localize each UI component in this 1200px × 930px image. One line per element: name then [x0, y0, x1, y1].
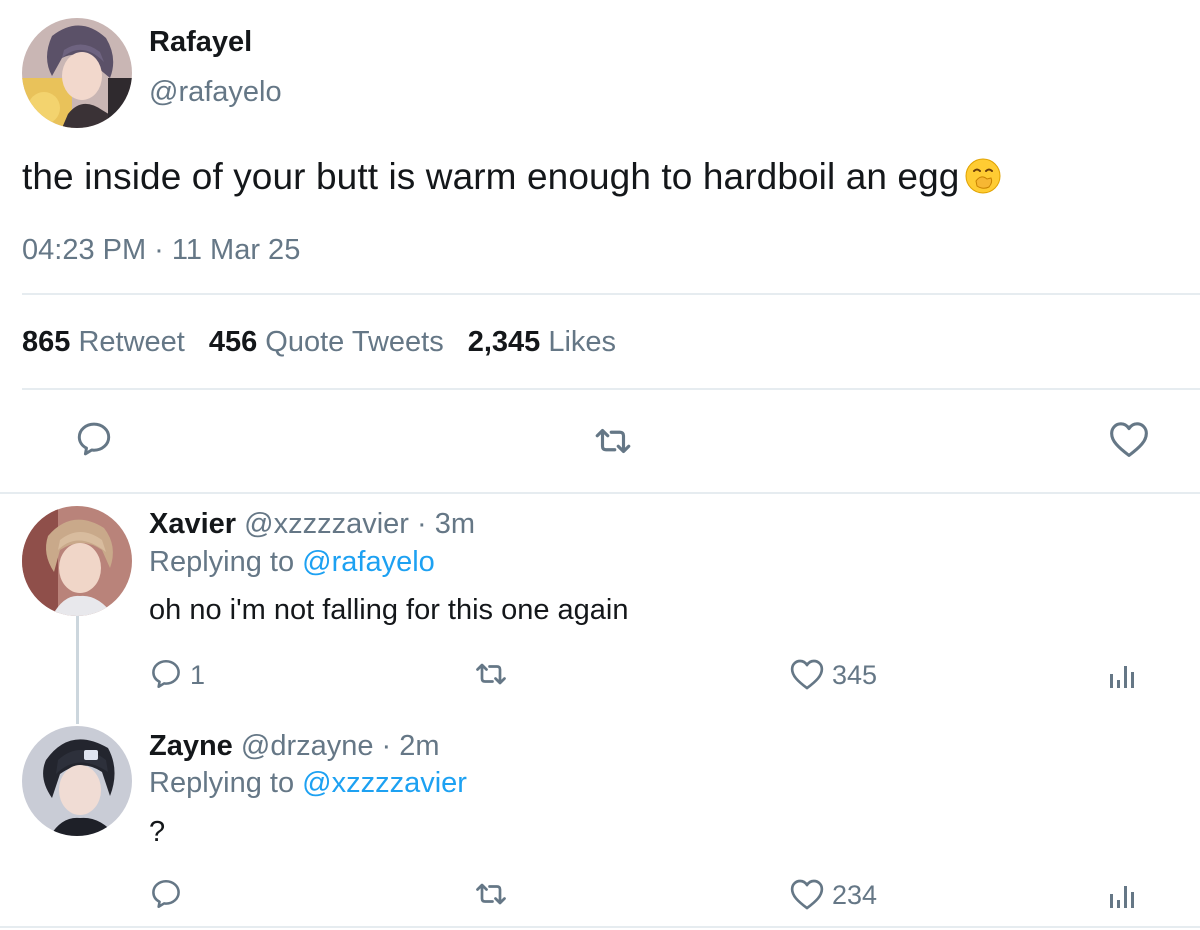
retweet-icon[interactable] — [471, 656, 511, 692]
divider — [0, 492, 1200, 494]
replying-prefix: Replying to — [149, 767, 303, 799]
reply-avatar[interactable] — [22, 726, 132, 836]
tweet-body: the inside of your butt is warm enough t… — [22, 156, 960, 197]
divider — [22, 388, 1200, 390]
like-count: 234 — [832, 880, 878, 910]
likes-label: Likes — [548, 326, 617, 358]
reply-author-name[interactable]: Xavier — [149, 508, 236, 540]
like-icon[interactable] — [788, 656, 826, 692]
reply-author-name[interactable]: Zayne — [149, 730, 233, 762]
retweet-icon[interactable] — [471, 876, 511, 912]
reply-handle-time[interactable]: @drzayne · 2m — [241, 730, 440, 762]
replying-to-link[interactable]: @rafayelo — [302, 546, 435, 578]
retweet-label: Retweet — [78, 326, 185, 358]
retweet-icon[interactable] — [590, 420, 636, 462]
author-avatar[interactable] — [22, 18, 132, 128]
likes-count: 2,345 — [467, 326, 541, 358]
like-count: 345 — [832, 660, 878, 690]
reply-icon[interactable] — [148, 656, 184, 692]
reply-header: Zayne @drzayne · 2m — [149, 730, 440, 763]
replying-prefix: Replying to — [149, 546, 303, 578]
author-handle[interactable]: @rafayelo — [149, 76, 282, 109]
replying-to: Replying to @xzzzzavier — [149, 767, 467, 800]
retweet-stat[interactable]: 865 Retweet — [22, 326, 185, 358]
reply-handle-time[interactable]: @xzzzzavier · 3m — [244, 508, 475, 540]
divider — [0, 926, 1200, 928]
analytics-icon[interactable] — [1107, 660, 1137, 690]
quote-count: 456 — [208, 326, 258, 358]
like-icon[interactable] — [788, 876, 826, 912]
retweet-count: 865 — [22, 326, 71, 358]
tweet-text: the inside of your butt is warm enough t… — [22, 156, 1001, 198]
reply-text: oh no i'm not falling for this one again — [149, 594, 629, 626]
replying-to: Replying to @rafayelo — [149, 546, 435, 579]
tweet-timestamp[interactable]: 04:23 PM · 11 Mar 25 — [22, 234, 300, 267]
face-with-hand-over-mouth-icon — [965, 158, 1001, 194]
reply-header: Xavier @xzzzzavier · 3m — [149, 508, 475, 541]
replying-to-link[interactable]: @xzzzzavier — [302, 767, 467, 799]
reply-avatar[interactable] — [22, 506, 132, 616]
divider — [22, 293, 1200, 295]
quote-label: Quote Tweets — [265, 326, 444, 358]
reply-icon[interactable] — [148, 876, 184, 912]
like-icon[interactable] — [1107, 418, 1151, 460]
quote-stat[interactable]: 456 Quote Tweets — [209, 326, 444, 358]
analytics-icon[interactable] — [1107, 880, 1137, 910]
likes-stat[interactable]: 2,345 Likes — [468, 326, 616, 358]
thread-line — [76, 616, 79, 724]
tweet-stats: 865 Retweet 456 Quote Tweets 2,345 Likes — [22, 326, 616, 359]
reply-count: 1 — [190, 660, 206, 690]
author-name[interactable]: Rafayel — [149, 26, 252, 59]
reply-text: ? — [149, 816, 166, 848]
reply-icon[interactable] — [73, 418, 115, 460]
